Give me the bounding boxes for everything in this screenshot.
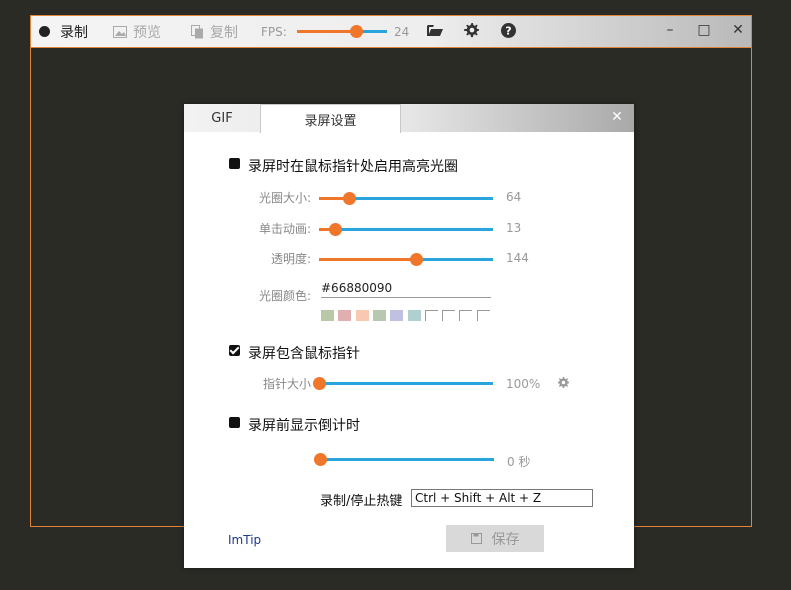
hotkey-value: Ctrl + Shift + Alt + Z: [415, 491, 542, 505]
copy-button[interactable]: 复制: [191, 16, 238, 47]
tab-gif[interactable]: GIF: [184, 104, 260, 132]
fps-slider[interactable]: [297, 25, 387, 38]
record-label: 录制: [60, 24, 88, 41]
record-button[interactable]: 录制: [39, 16, 88, 47]
gear-icon: [463, 22, 479, 37]
color-swatch[interactable]: [442, 310, 456, 321]
click-animation-label: 单击动画:: [258, 222, 311, 236]
slider-track: [334, 228, 493, 231]
slider-thumb[interactable]: [313, 377, 326, 390]
maximize-icon: □: [697, 22, 711, 38]
floppy-disk-icon: [470, 533, 482, 544]
opacity-slider[interactable]: [319, 253, 493, 266]
fps-slider-thumb[interactable]: [350, 25, 364, 38]
fps-slider-fill: [297, 30, 357, 33]
color-swatch[interactable]: [372, 310, 386, 321]
slider-track: [416, 258, 493, 261]
slider-track: [348, 197, 493, 200]
hotkey-label: 录制/停止热键: [320, 494, 403, 509]
image-icon: [113, 25, 127, 38]
cursor-size-value: 100%: [506, 377, 541, 391]
countdown-checkbox-label: 录屏前显示倒计时: [248, 418, 360, 434]
fps-label: FPS:: [261, 24, 287, 39]
color-swatch[interactable]: [407, 310, 421, 321]
title-bar: 录制 预览 复制 FPS: 24 ? – □ ✕: [31, 16, 751, 48]
countdown-checkbox[interactable]: [229, 417, 240, 428]
halo-size-label: 光圈大小:: [258, 191, 311, 205]
slider-thumb[interactable]: [314, 453, 327, 466]
countdown-slider[interactable]: [314, 453, 494, 466]
tab-recording-settings-label: 录屏设置: [304, 113, 357, 129]
record-icon: [39, 26, 50, 37]
dialog-close-button[interactable]: ✕: [608, 108, 626, 126]
open-folder-button[interactable]: [424, 16, 446, 44]
hotkey-input[interactable]: Ctrl + Shift + Alt + Z: [411, 489, 593, 507]
slider-thumb[interactable]: [342, 192, 356, 205]
highlight-checkbox[interactable]: [229, 158, 240, 169]
opacity-value: 144: [506, 251, 529, 265]
gear-icon[interactable]: [558, 377, 569, 388]
close-icon: ✕: [611, 109, 623, 125]
opacity-label: 透明度:: [270, 252, 311, 266]
slider-thumb[interactable]: [328, 223, 342, 236]
help-icon: ?: [500, 22, 516, 38]
countdown-value: 0 秒: [507, 455, 531, 469]
color-swatch[interactable]: [338, 310, 352, 321]
color-swatch[interactable]: [321, 310, 334, 321]
copy-icon: [191, 24, 203, 38]
minimize-icon: –: [666, 22, 674, 38]
cursor-size-label: 指针大小: [262, 377, 311, 391]
settings-button[interactable]: [460, 16, 482, 44]
tab-recording-settings[interactable]: 录屏设置: [260, 104, 401, 133]
include-cursor-checkbox[interactable]: [229, 345, 240, 356]
slider-track: [319, 382, 493, 385]
help-button[interactable]: ?: [497, 16, 519, 44]
tab-gif-label: GIF: [211, 110, 233, 126]
halo-size-slider[interactable]: [319, 192, 493, 205]
copy-label: 复制: [210, 24, 238, 41]
color-swatch[interactable]: [476, 310, 490, 321]
slider-track: [320, 458, 494, 461]
imtip-link[interactable]: ImTip: [228, 533, 261, 547]
cursor-size-slider[interactable]: [313, 377, 493, 390]
fps-value: 24: [394, 24, 410, 39]
dialog-tab-bar: GIF 录屏设置 ✕: [184, 104, 634, 133]
highlight-checkbox-label: 录屏时在鼠标指针处启用高亮光圈: [248, 159, 458, 175]
color-swatch[interactable]: [459, 310, 473, 321]
include-cursor-checkbox-label: 录屏包含鼠标指针: [248, 346, 360, 362]
close-button[interactable]: ✕: [727, 16, 749, 44]
slider-fill: [319, 258, 417, 261]
close-icon: ✕: [732, 22, 744, 38]
fps-label-wrap: FPS:: [261, 16, 287, 47]
maximize-button[interactable]: □: [693, 16, 715, 44]
save-button[interactable]: 保存: [446, 525, 544, 552]
svg-text:?: ?: [505, 24, 511, 37]
color-swatch[interactable]: [390, 310, 404, 321]
color-swatch[interactable]: [355, 310, 369, 321]
click-animation-value: 13: [506, 221, 522, 235]
preview-button[interactable]: 预览: [113, 16, 161, 47]
color-swatch[interactable]: [424, 310, 438, 321]
preview-label: 预览: [133, 24, 161, 41]
halo-color-input[interactable]: [321, 279, 491, 298]
minimize-button[interactable]: –: [659, 16, 681, 44]
fps-value-wrap: 24: [394, 16, 409, 47]
save-button-label: 保存: [491, 531, 520, 548]
click-animation-slider[interactable]: [319, 223, 493, 236]
folder-open-icon: [427, 24, 443, 36]
halo-size-value: 64: [506, 190, 522, 204]
halo-color-label: 光圈颜色:: [258, 289, 311, 303]
